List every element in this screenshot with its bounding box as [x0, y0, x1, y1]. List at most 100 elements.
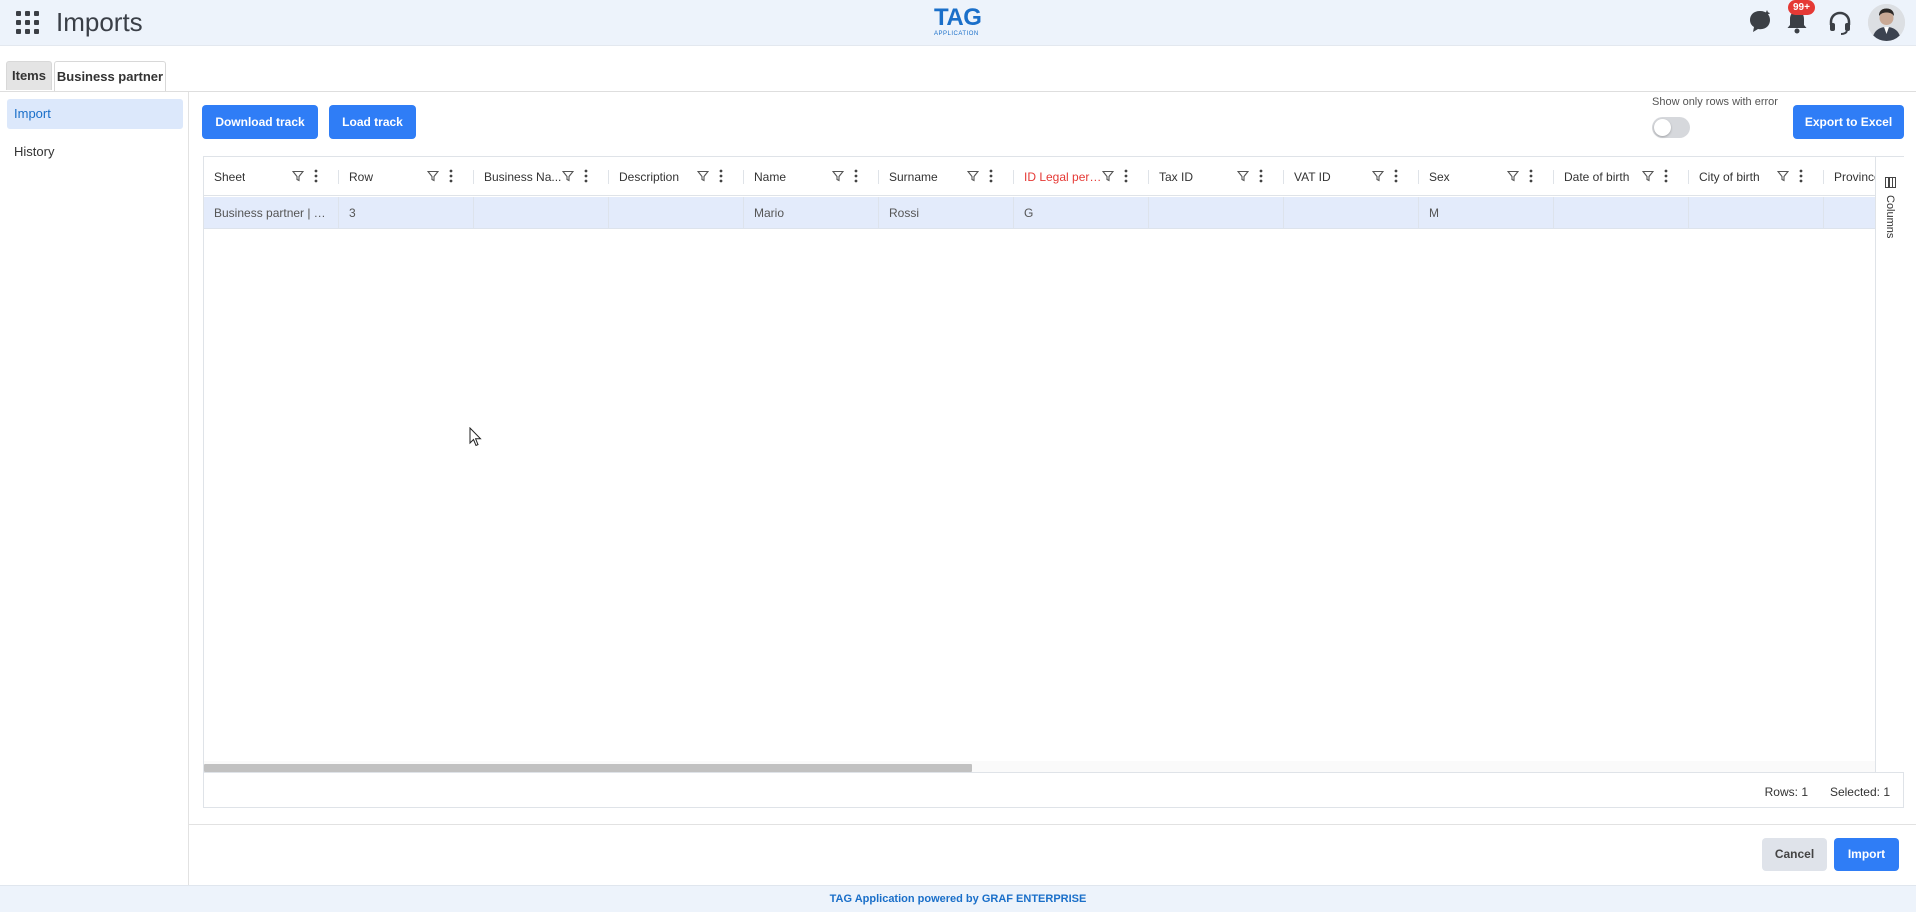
grid-header: Sheet Row Business Na... Description Name Sur…: [204, 157, 1875, 196]
table-cell-value: Rossi: [889, 206, 920, 220]
column-header-label: Province: [1834, 170, 1875, 184]
horizontal-scrollbar-thumb[interactable]: [204, 764, 972, 772]
column-header-sheet[interactable]: Sheet: [204, 157, 339, 195]
filter-icon[interactable]: [1642, 170, 1654, 182]
column-header-sex[interactable]: Sex: [1419, 157, 1554, 195]
table-cell[interactable]: [609, 197, 744, 228]
table-cell[interactable]: [1824, 197, 1875, 228]
table-cell-value: M: [1429, 206, 1439, 220]
sidebar-item-history[interactable]: History: [7, 137, 183, 167]
headset-icon[interactable]: [1827, 10, 1853, 36]
column-header-label: ID Legal pers...: [1024, 170, 1104, 184]
chat-heart-icon[interactable]: [1747, 8, 1773, 34]
filter-icon[interactable]: [1777, 170, 1789, 182]
column-menu-icon[interactable]: [449, 169, 453, 183]
column-header-label: Name: [754, 170, 787, 184]
column-header-label: Description: [619, 170, 680, 184]
filter-icon[interactable]: [292, 170, 304, 182]
column-menu-icon[interactable]: [1529, 169, 1533, 183]
column-menu-icon[interactable]: [1124, 169, 1128, 183]
table-cell-value: G: [1024, 206, 1034, 220]
tab-business-partner[interactable]: Business partner: [54, 61, 166, 92]
column-menu-icon[interactable]: [989, 169, 993, 183]
column-header-surname[interactable]: Surname: [879, 157, 1014, 195]
column-menu-icon[interactable]: [1799, 169, 1803, 183]
column-menu-icon[interactable]: [719, 169, 723, 183]
column-menu-icon[interactable]: [1664, 169, 1668, 183]
tab-divider: [0, 91, 1916, 92]
column-header-label: Sex: [1429, 170, 1450, 184]
table-cell[interactable]: 3: [339, 197, 474, 228]
column-header-province[interactable]: Province: [1824, 157, 1875, 195]
import-button[interactable]: Import: [1834, 838, 1899, 871]
filter-icon[interactable]: [967, 170, 979, 182]
table-cell[interactable]: [1689, 197, 1824, 228]
table-cell[interactable]: M: [1419, 197, 1554, 228]
filter-icon[interactable]: [832, 170, 844, 182]
filter-icon[interactable]: [1507, 170, 1519, 182]
table-cell[interactable]: Business partner | Tr...: [204, 197, 339, 228]
user-avatar-icon: [1868, 4, 1905, 41]
column-header-city-of-birth[interactable]: City of birth: [1689, 157, 1824, 195]
tag-logo: TAG APPLICATION: [934, 4, 982, 38]
load-track-button[interactable]: Load track: [329, 105, 416, 139]
column-menu-icon[interactable]: [854, 169, 858, 183]
column-header-label: Business Na...: [484, 170, 562, 184]
sidebar-item-import[interactable]: Import: [7, 99, 183, 129]
column-menu-icon[interactable]: [1259, 169, 1263, 183]
apps-grid-icon[interactable]: [16, 11, 39, 34]
table-cell[interactable]: [474, 197, 609, 228]
column-menu-icon[interactable]: [584, 169, 588, 183]
column-header-row[interactable]: Row: [339, 157, 474, 195]
cancel-button[interactable]: Cancel: [1762, 838, 1827, 871]
column-menu-icon[interactable]: [314, 169, 318, 183]
column-menu-icon[interactable]: [1394, 169, 1398, 183]
page-title: Imports: [56, 7, 143, 37]
toggle-knob: [1654, 119, 1671, 136]
column-header-vat-id[interactable]: VAT ID: [1284, 157, 1419, 195]
filter-icon[interactable]: [562, 170, 574, 182]
export-excel-button[interactable]: Export to Excel: [1793, 105, 1904, 139]
column-header-date-of-birth[interactable]: Date of birth: [1554, 157, 1689, 195]
filter-icon[interactable]: [1102, 170, 1114, 182]
column-header-description[interactable]: Description: [609, 157, 744, 195]
column-header-label: Row: [349, 170, 374, 184]
column-header-business-na[interactable]: Business Na...: [474, 157, 609, 195]
error-rows-toggle[interactable]: [1652, 117, 1690, 138]
table-cell[interactable]: [1554, 197, 1689, 228]
table-cell[interactable]: [1284, 197, 1419, 228]
download-track-button[interactable]: Download track: [202, 105, 318, 139]
filter-icon[interactable]: [427, 170, 439, 182]
filter-icon[interactable]: [1237, 170, 1249, 182]
table-row[interactable]: Business partner | Tr... 3 Mario Rossi G M: [204, 197, 1875, 229]
tab-items[interactable]: Items: [6, 61, 52, 90]
selected-count: Selected: 1: [1829, 785, 1890, 799]
table-cell-value: Mario: [754, 206, 785, 220]
logo-main-text: TAG: [934, 4, 982, 31]
column-header-tax-id[interactable]: Tax ID: [1149, 157, 1284, 195]
filter-icon[interactable]: [697, 170, 709, 182]
grid-footer: Rows: 1 Selected: 1: [204, 772, 1904, 808]
table-cell[interactable]: Rossi: [879, 197, 1014, 228]
column-header-name[interactable]: Name: [744, 157, 879, 195]
filter-icon[interactable]: [1372, 170, 1384, 182]
column-header-label: Sheet: [214, 170, 246, 184]
user-avatar[interactable]: [1868, 4, 1905, 41]
column-header-label: Tax ID: [1159, 170, 1194, 184]
app-header: Imports TAG APPLICATION 99+: [0, 0, 1916, 46]
columns-panel-label[interactable]: Columns: [1884, 195, 1896, 238]
column-header-label: Date of birth: [1564, 170, 1630, 184]
mouse-cursor-icon: [469, 427, 482, 447]
import-grid: Sheet Row Business Na... Description Name Sur…: [203, 156, 1904, 808]
sidebar: Import History: [0, 92, 189, 885]
column-header-label: City of birth: [1699, 170, 1760, 184]
table-cell[interactable]: [1149, 197, 1284, 228]
error-rows-toggle-label: Show only rows with error: [1652, 96, 1778, 108]
column-header-id-legal-pers[interactable]: ID Legal pers...: [1014, 157, 1149, 195]
columns-icon[interactable]: [1885, 177, 1896, 188]
table-cell[interactable]: G: [1014, 197, 1149, 228]
table-cell-value: Business partner | Tr...: [214, 206, 332, 220]
notification-badge: 99+: [1788, 0, 1815, 15]
columns-side-panel[interactable]: Columns: [1875, 157, 1904, 772]
table-cell[interactable]: Mario: [744, 197, 879, 228]
